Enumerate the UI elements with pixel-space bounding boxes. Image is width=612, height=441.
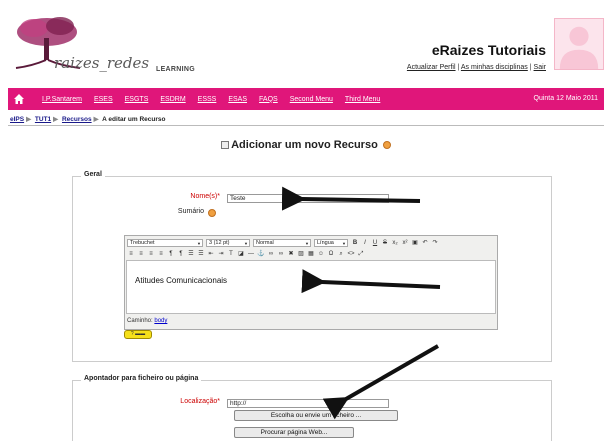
separator: | (529, 64, 532, 71)
avatar[interactable] (554, 18, 604, 70)
breadcrumb-separator-icon: ▶ (26, 116, 32, 123)
location-input[interactable]: http:// (227, 399, 389, 408)
indent-icon[interactable]: ⇥ (217, 250, 225, 258)
align-left-icon[interactable]: ≡ (127, 250, 135, 258)
editor-toolbar-row-1: Trebuchet 3 (12 pt) Normal Língua B I U … (127, 238, 441, 248)
strikethrough-icon[interactable]: S (381, 239, 389, 247)
nav-item-third-menu[interactable]: Third Menu (345, 96, 380, 103)
subscript-icon[interactable]: x₂ (391, 239, 399, 247)
link-legend: Apontador para ficheiro ou página (81, 375, 202, 382)
logout-link[interactable]: Sair (534, 64, 546, 71)
breadcrumb-eips[interactable]: eIPS (10, 116, 24, 123)
page-title-text: Adicionar um novo Recurso (231, 139, 378, 151)
location-label: Localização* (158, 398, 220, 405)
name-input[interactable]: Teste (227, 194, 389, 203)
rtl-icon[interactable]: ¶ (177, 250, 185, 258)
nav-item-esas[interactable]: ESAS (228, 96, 247, 103)
ordered-list-icon[interactable]: ☰ (187, 250, 195, 258)
nav-item-esdrm[interactable]: ESDRM (160, 96, 185, 103)
link-icon[interactable]: ∞ (267, 250, 275, 258)
align-right-icon[interactable]: ≡ (147, 250, 155, 258)
summary-help-icon[interactable] (208, 209, 216, 217)
editor-toolbar-row-2: ≡ ≡ ≡ ≡ ¶ ¶ ☰ ☰ ⇤ ⇥ T ◪ — ⚓ ∞ ∞ ✖ ▨ ▦ ☺ … (127, 249, 367, 259)
nav-item-ipsantarem[interactable]: I.P.Santarem (42, 96, 82, 103)
undo-icon[interactable]: ↶ (421, 239, 429, 247)
italic-icon[interactable]: I (361, 239, 369, 247)
language-select[interactable]: Língua (314, 239, 348, 247)
outdent-icon[interactable]: ⇤ (207, 250, 215, 258)
main-navbar: I.P.Santarem ESES ESGTS ESDRM ESSS ESAS … (8, 88, 604, 110)
location-label-text: Localização (180, 398, 218, 405)
breadcrumb: eIPS ▶ TUT1 ▶ Recursos ▶ A editar um Recurs… (10, 115, 166, 123)
unordered-list-icon[interactable]: ☰ (197, 250, 205, 258)
nav-item-second-menu[interactable]: Second Menu (290, 96, 333, 103)
breadcrumb-separator-icon: ▶ (53, 116, 59, 123)
separator: | (457, 64, 460, 71)
required-marker: * (217, 193, 220, 200)
paste-icon[interactable]: ▣ (411, 239, 419, 247)
page-title: Adicionar um novo Recurso (0, 139, 612, 151)
editor-help-button[interactable]: ? ▬▬ (124, 330, 152, 339)
text-color-icon[interactable]: T (227, 250, 235, 258)
profile-link[interactable]: Actualizar Perfil (407, 64, 456, 71)
editor-path: Caminho: body (127, 318, 167, 324)
superscript-icon[interactable]: x² (401, 239, 409, 247)
breadcrumb-tut1[interactable]: TUT1 (35, 116, 51, 123)
ltr-icon[interactable]: ¶ (167, 250, 175, 258)
breadcrumb-current: A editar um Recurso (102, 116, 166, 123)
unlink-icon[interactable]: ∞ (277, 250, 285, 258)
editor-content-area[interactable]: Atitudes Comunicacionais (126, 260, 496, 314)
smiley-icon[interactable]: ☺ (317, 250, 325, 258)
nav-item-esss[interactable]: ESSS (198, 96, 217, 103)
search-web-page-button[interactable]: Procurar página Web... (234, 427, 354, 438)
name-label: Nome(s)* (172, 193, 220, 200)
nav-item-esgts[interactable]: ESGTS (125, 96, 149, 103)
user-links: Actualizar Perfil | As minhas disciplina… (407, 64, 546, 71)
editor-path-label: Caminho: (127, 318, 153, 324)
my-courses-link[interactable]: As minhas disciplinas (461, 64, 528, 71)
rich-text-editor: Trebuchet 3 (12 pt) Normal Língua B I U … (124, 235, 498, 330)
nav-item-eses[interactable]: ESES (94, 96, 113, 103)
table-icon[interactable]: ▦ (307, 250, 315, 258)
resource-icon (221, 141, 230, 150)
required-marker: * (217, 398, 220, 405)
divider (8, 125, 604, 126)
align-justify-icon[interactable]: ≡ (157, 250, 165, 258)
help-icon[interactable] (382, 141, 391, 150)
fullscreen-icon[interactable]: ⤢ (357, 250, 365, 258)
general-legend: Geral (81, 171, 105, 178)
font-select[interactable]: Trebuchet (127, 239, 203, 247)
header: raizes_redes LEARNING eRaizes Tutoriais … (8, 8, 604, 82)
site-title: eRaizes Tutoriais (431, 42, 546, 58)
background-color-icon[interactable]: ◪ (237, 250, 245, 258)
size-select[interactable]: 3 (12 pt) (206, 239, 250, 247)
image-icon[interactable]: ▨ (297, 250, 305, 258)
redo-icon[interactable]: ↷ (431, 239, 439, 247)
bold-icon[interactable]: B (351, 239, 359, 247)
logo-subtitle: LEARNING (156, 66, 195, 73)
horizontal-rule-icon[interactable]: — (247, 250, 255, 258)
editor-path-body-link[interactable]: body (154, 318, 167, 324)
home-icon[interactable] (8, 94, 30, 104)
choose-file-button[interactable]: Escolha ou envie um ficheiro ... (234, 410, 398, 421)
html-source-icon[interactable]: <> (347, 250, 355, 258)
summary-label: Sumário (177, 208, 204, 215)
align-center-icon[interactable]: ≡ (137, 250, 145, 258)
anchor-icon[interactable]: ⚓ (257, 250, 265, 258)
editor-content-text: Atitudes Comunicacionais (135, 276, 228, 285)
name-label-text: Nome(s) (190, 193, 218, 200)
current-date: Quinta 12 Maio 2011 (533, 95, 598, 102)
user-silhouette-icon (559, 26, 599, 69)
format-select[interactable]: Normal (253, 239, 311, 247)
nolink-icon[interactable]: ✖ (287, 250, 295, 258)
breadcrumb-separator-icon: ▶ (93, 116, 99, 123)
insert-char-icon[interactable]: Ω (327, 250, 335, 258)
logo-text: raizes_redes (54, 54, 150, 72)
nav-item-faqs[interactable]: FAQS (259, 96, 278, 103)
breadcrumb-recursos[interactable]: Recursos (62, 116, 92, 123)
underline-icon[interactable]: U (371, 239, 379, 247)
search-replace-icon[interactable]: ⌕ (337, 250, 345, 258)
